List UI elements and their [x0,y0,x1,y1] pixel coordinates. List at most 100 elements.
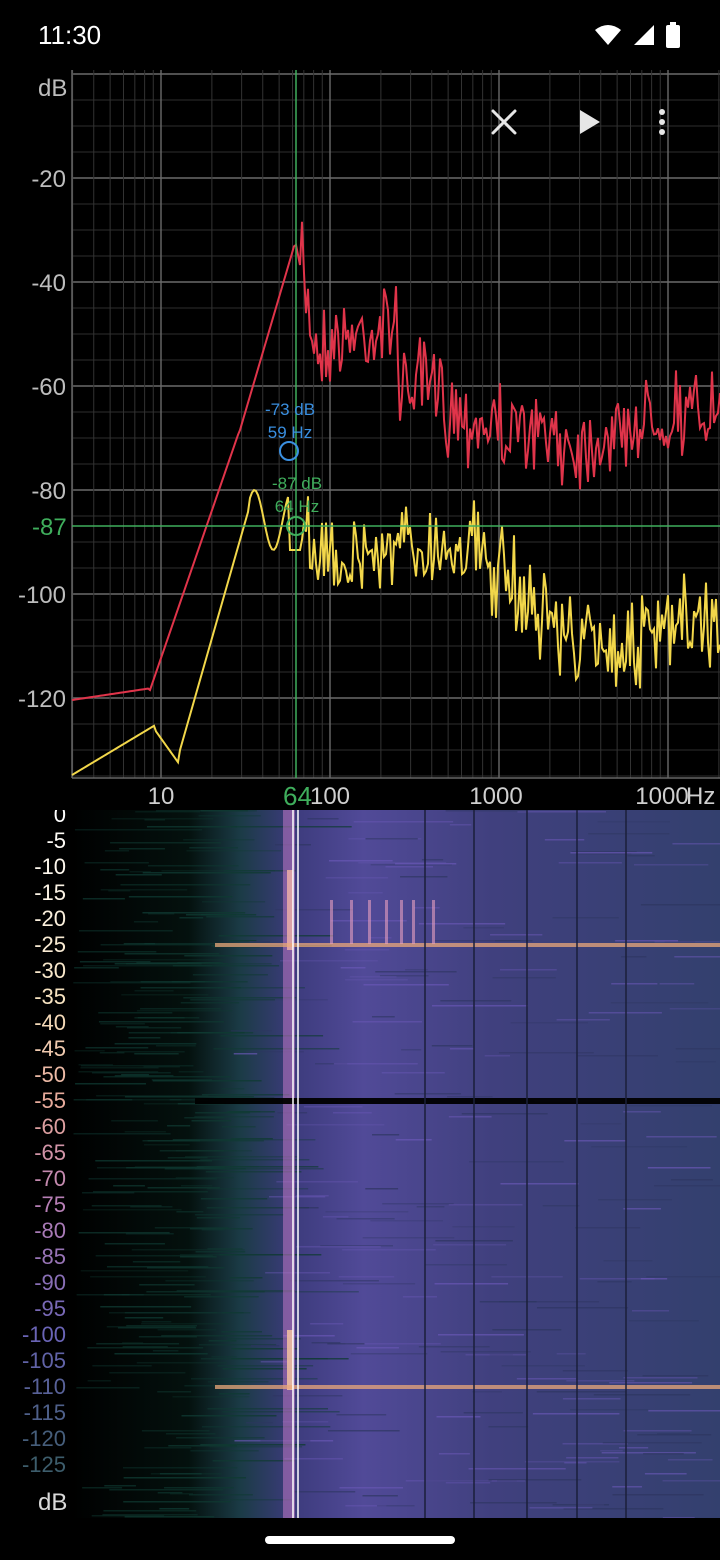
close-icon [491,109,517,135]
noise-streak [609,1382,693,1384]
noise-streak [445,810,528,812]
noise-streak [74,1050,105,1052]
home-gesture-handle[interactable] [265,1536,455,1544]
noise-streak [623,1111,661,1113]
noise-streak [144,819,166,821]
spectrogram-db-scale: 0-5-10-15-20-25-30-35-40-45-50-55-60-65-… [22,810,66,1477]
noise-streak [230,1030,272,1032]
noise-streak [434,940,521,942]
noise-streak [597,821,670,823]
noise-streak [445,1482,491,1484]
noise-streak [295,1246,381,1248]
noise-streak [322,1216,349,1218]
db-scale-label: -50 [34,1062,66,1087]
db-scale-label: -25 [34,932,66,957]
noise-streak [401,1049,422,1051]
noise-streak [85,1047,149,1049]
noise-streak [631,1310,670,1312]
noise-streak [498,1052,594,1054]
noise-streak [488,1426,529,1428]
db-scale-label: -15 [34,880,66,905]
noise-streak [159,1508,190,1510]
harmonic-spike [330,900,333,944]
noise-streak [646,1136,717,1138]
noise-streak [600,1450,623,1452]
noise-streak [395,1139,432,1141]
noise-streak [230,1138,273,1140]
db-scale-label: -5 [46,828,66,853]
noise-streak [352,1021,422,1023]
noise-streak [111,1120,158,1122]
noise-streak [115,874,162,876]
harmonic-spike [385,900,388,944]
spectrogram-view[interactable]: 0-5-10-15-20-25-30-35-40-45-50-55-60-65-… [0,810,720,1518]
noise-streak [536,1391,627,1393]
status-time: 11:30 [38,20,102,50]
play-icon [580,110,600,134]
noise-streak [558,862,622,864]
noise-streak [246,1051,304,1053]
noise-streak [562,1370,628,1372]
harmonic-spike [432,900,435,944]
noise-streak [472,1391,502,1393]
cursor-hz-label: 64 [283,781,312,810]
noise-streak [165,1280,254,1282]
noise-streak [413,907,440,909]
db-scale-label: -10 [34,854,66,879]
close-button[interactable] [480,98,528,146]
noise-streak [147,865,239,867]
db-scale-label: -85 [34,1244,66,1269]
db-scale-label: -120 [22,1426,66,1451]
noise-streak [611,983,658,985]
noise-streak [672,843,720,845]
db-scale-label: -115 [24,1400,66,1425]
noise-streak [221,1331,262,1333]
noise-streak [570,852,653,854]
play-button[interactable] [566,98,614,146]
noise-streak [342,1283,416,1285]
noise-streak [103,959,225,961]
noise-streak [157,1391,192,1393]
noise-streak [640,904,720,906]
noise-streak [120,884,251,886]
plot-toolbar [480,98,720,146]
noise-streak [142,912,246,914]
noise-streak [172,965,280,967]
status-icons [594,22,680,48]
noise-streak [463,927,504,929]
noise-streak [344,949,390,951]
noise-streak [138,1336,197,1338]
noise-streak [156,1045,196,1047]
noise-streak [662,1480,720,1482]
cursor-db-label: -87 [32,514,67,541]
noise-streak [642,1375,709,1377]
noise-streak [338,1276,395,1278]
noise-streak [196,1217,240,1219]
noise-streak [82,1487,123,1489]
db-scale-label: -80 [34,1218,66,1243]
noise-streak [87,1380,111,1382]
noise-streak [170,1493,194,1495]
db-scale-label: -110 [24,1374,66,1399]
noise-streak [659,983,695,985]
more-vert-icon [659,109,665,135]
noise-streak [183,839,255,841]
db-scale-label: -90 [34,1270,66,1295]
db-scale-label: -100 [22,1322,66,1347]
noise-streak [628,1320,699,1322]
noise-streak [82,1209,182,1211]
noise-streak [157,1329,217,1331]
x-tick-label: 100 [310,783,350,810]
noise-streak [371,1016,395,1018]
noise-streak [536,1307,629,1309]
noise-streak [167,1157,208,1159]
noise-streak [440,1000,512,1002]
spectrum-plot[interactable]: -20 -40 -60 -80 -100 -120 10 100 1000 1000 dB Hz… [0,70,720,810]
noise-streak [73,1133,171,1135]
noise-streak [78,1232,170,1234]
noise-streak [628,1105,712,1107]
noise-streak [181,1415,277,1417]
noise-streak [222,1411,340,1413]
noise-streak [180,1002,240,1004]
more-options-button[interactable] [638,98,686,146]
